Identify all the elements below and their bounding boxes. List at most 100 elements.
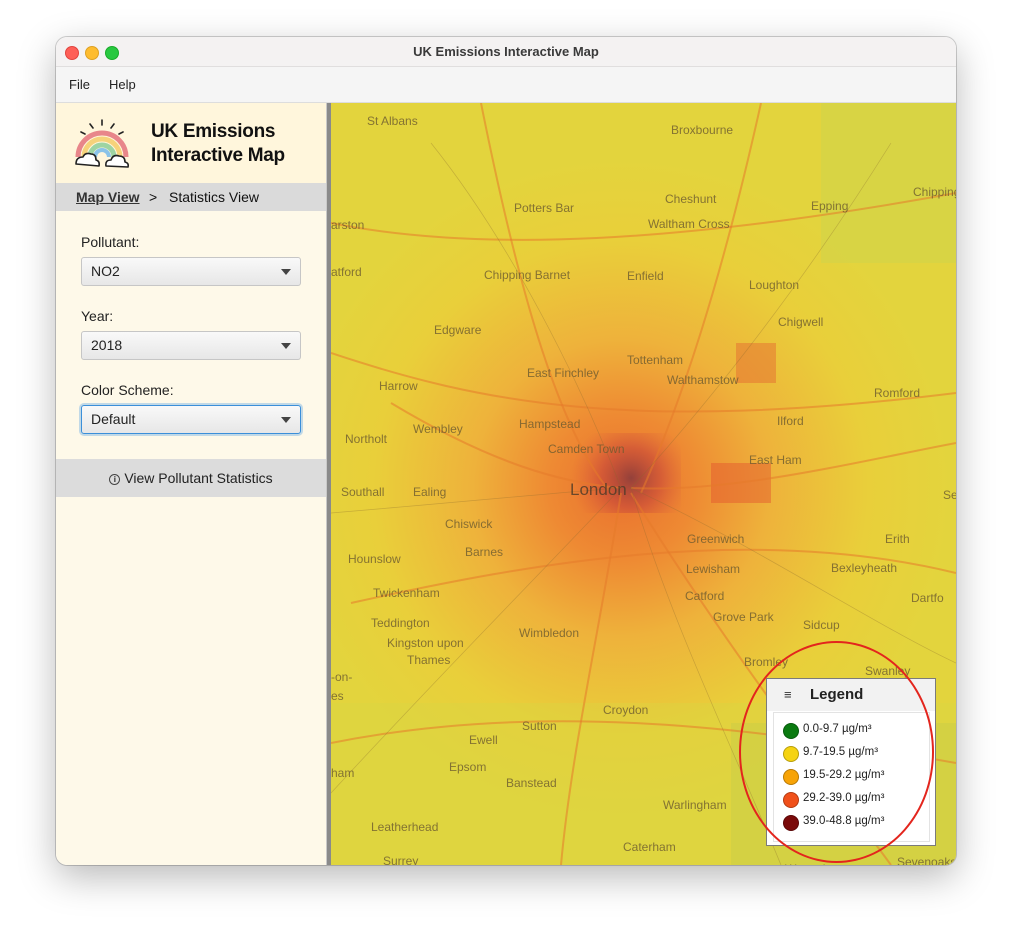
place-label: Grove Park bbox=[713, 610, 775, 624]
place-label: Chipping Barnet bbox=[484, 268, 571, 282]
place-label: Waltham Cross bbox=[648, 217, 730, 231]
app-window: UK Emissions Interactive Map File Help U… bbox=[56, 37, 956, 865]
place-label: Hounslow bbox=[348, 552, 401, 566]
legend-label: 19.5-29.2 µg/m³ bbox=[803, 769, 885, 781]
place-label: Kingston upon bbox=[387, 636, 464, 650]
place-label: ham bbox=[331, 766, 354, 780]
place-label: Dartfo bbox=[911, 591, 944, 605]
place-label: Greenwich bbox=[687, 532, 744, 546]
map-legend: ≡ Legend 0.0-9.7 µg/m³ 9.7-19.5 µg/m³ 19… bbox=[766, 678, 936, 846]
year-select[interactable]: 2018 bbox=[81, 331, 301, 360]
color-scheme-label: Color Scheme: bbox=[81, 382, 174, 398]
view-statistics-label: View Pollutant Statistics bbox=[124, 470, 273, 486]
place-label: Se bbox=[943, 488, 956, 502]
chevron-down-icon bbox=[281, 417, 291, 423]
place-label: Hampstead bbox=[519, 417, 580, 431]
rainbow-cloud-icon bbox=[75, 119, 129, 168]
place-label: Erith bbox=[885, 532, 910, 546]
breadcrumb-statistics-view[interactable]: Statistics View bbox=[169, 189, 259, 205]
place-label: Ilford bbox=[777, 414, 804, 428]
place-label: Sevenoaks bbox=[897, 855, 956, 865]
place-label: Potters Bar bbox=[514, 201, 574, 215]
place-label: Teddington bbox=[371, 616, 430, 630]
breadcrumb-separator: > bbox=[149, 189, 158, 205]
place-label: Banstead bbox=[506, 776, 557, 790]
view-pollutant-statistics-button[interactable]: i View Pollutant Statistics bbox=[56, 459, 326, 497]
year-value: 2018 bbox=[91, 337, 123, 353]
place-label-london: London bbox=[570, 480, 627, 499]
legend-swatch bbox=[783, 769, 799, 785]
place-label: Westerham bbox=[785, 862, 846, 865]
place-label: Harrow bbox=[379, 379, 418, 393]
legend-swatch bbox=[783, 792, 799, 808]
place-label: Northolt bbox=[345, 432, 388, 446]
place-label: Leatherhead bbox=[371, 820, 438, 834]
place-label: Bexleyheath bbox=[831, 561, 897, 575]
menu-file[interactable]: File bbox=[69, 77, 90, 92]
breadcrumb-map-view[interactable]: Map View bbox=[76, 189, 140, 205]
place-label: Sidcup bbox=[803, 618, 840, 632]
place-label: Chigwell bbox=[778, 315, 823, 329]
window-title: UK Emissions Interactive Map bbox=[413, 44, 599, 59]
menu-bar: File Help bbox=[56, 67, 956, 103]
place-label: Lewisham bbox=[686, 562, 740, 576]
place-label: Wembley bbox=[413, 422, 463, 436]
place-label: Wimbledon bbox=[519, 626, 579, 640]
place-label: Barnes bbox=[465, 545, 503, 559]
place-label: Croydon bbox=[603, 703, 648, 717]
hamburger-icon[interactable]: ≡ bbox=[784, 687, 792, 702]
place-label: arston bbox=[331, 218, 364, 232]
place-label: -on- bbox=[331, 670, 352, 684]
legend-label: 29.2-39.0 µg/m³ bbox=[803, 792, 885, 804]
pollutant-label: Pollutant: bbox=[81, 234, 140, 250]
place-label: Chipping bbox=[913, 185, 956, 199]
place-label: Chiswick bbox=[445, 517, 493, 531]
place-label: Bromley bbox=[744, 655, 788, 669]
place-label: Tottenham bbox=[627, 353, 683, 367]
legend-label: 9.7-19.5 µg/m³ bbox=[803, 746, 879, 758]
place-label: Catford bbox=[685, 589, 724, 603]
pollutant-select[interactable]: NO2 bbox=[81, 257, 301, 286]
place-label: Camden Town bbox=[548, 442, 625, 456]
place-label: East Ham bbox=[749, 453, 802, 467]
place-label: Twickenham bbox=[373, 586, 440, 600]
pollutant-value: NO2 bbox=[91, 263, 120, 279]
legend-header: ≡ Legend bbox=[767, 679, 935, 711]
place-label: es bbox=[331, 689, 344, 703]
place-label: Epping bbox=[811, 199, 848, 213]
legend-body: 0.0-9.7 µg/m³ 9.7-19.5 µg/m³ 19.5-29.2 µ… bbox=[773, 712, 930, 842]
legend-title: Legend bbox=[810, 686, 864, 703]
brand-header: UK Emissions Interactive Map bbox=[56, 103, 326, 183]
legend-label: 0.0-9.7 µg/m³ bbox=[803, 723, 872, 735]
place-label: Broxbourne bbox=[671, 123, 733, 137]
place-label: Thames bbox=[407, 653, 450, 667]
place-label: atford bbox=[331, 265, 362, 279]
place-label: Swanley bbox=[865, 664, 910, 678]
legend-swatch bbox=[783, 815, 799, 831]
place-label: Edgware bbox=[434, 323, 482, 337]
year-label: Year: bbox=[81, 308, 114, 324]
place-label: Sutton bbox=[522, 719, 557, 733]
menu-help[interactable]: Help bbox=[109, 77, 136, 92]
place-label: Ealing bbox=[413, 485, 446, 499]
place-label: Epsom bbox=[449, 760, 486, 774]
app-title: UK Emissions Interactive Map bbox=[151, 121, 285, 166]
place-label: Warlingham bbox=[663, 798, 727, 812]
place-label: St Albans bbox=[367, 114, 418, 128]
info-icon: i bbox=[109, 474, 121, 485]
color-scheme-value: Default bbox=[91, 411, 136, 427]
legend-label: 39.0-48.8 µg/m³ bbox=[803, 815, 885, 827]
title-bar: UK Emissions Interactive Map bbox=[56, 37, 956, 67]
place-label: Loughton bbox=[749, 278, 799, 292]
legend-swatch bbox=[783, 746, 799, 762]
sidebar: UK Emissions Interactive Map Map View > … bbox=[56, 103, 326, 865]
chevron-down-icon bbox=[281, 269, 291, 275]
place-label: Romford bbox=[874, 386, 920, 400]
place-label: Enfield bbox=[627, 269, 664, 283]
breadcrumb: Map View > Statistics View bbox=[56, 183, 326, 211]
place-label: Ewell bbox=[469, 733, 498, 747]
chevron-down-icon bbox=[281, 343, 291, 349]
place-label: Caterham bbox=[623, 840, 676, 854]
color-scheme-select[interactable]: Default bbox=[81, 405, 301, 434]
place-label: Walthamstow bbox=[667, 373, 739, 387]
